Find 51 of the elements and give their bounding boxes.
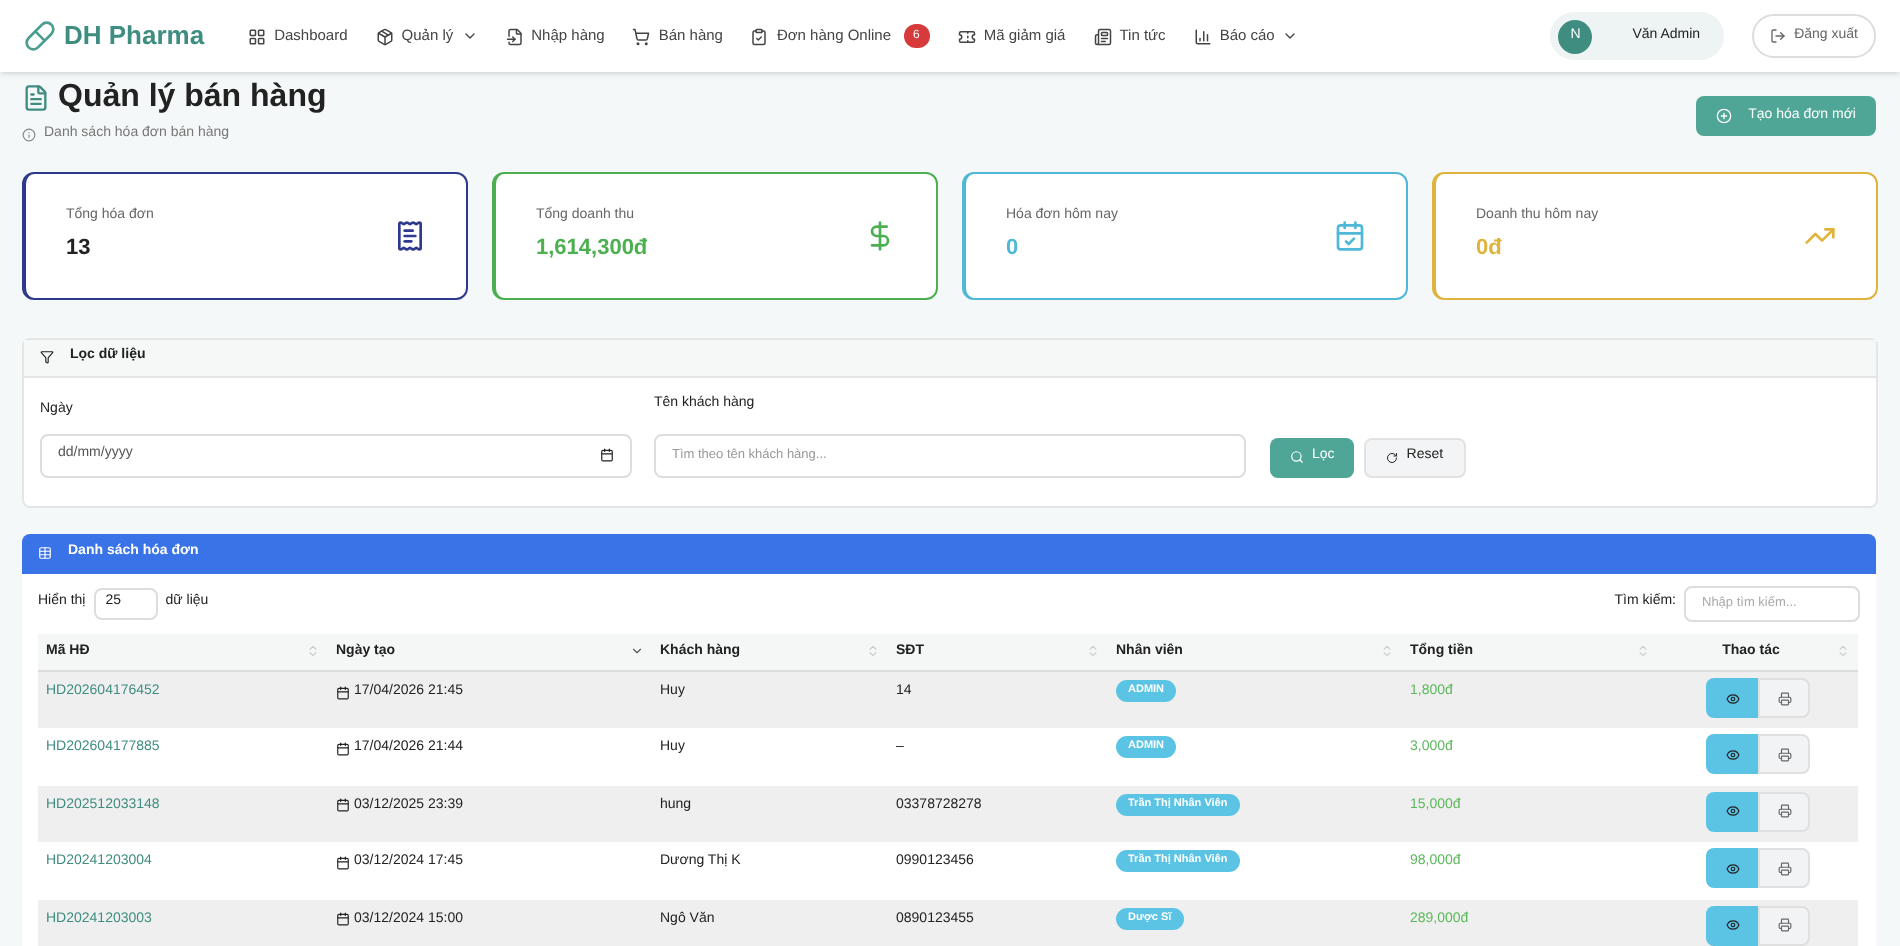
stat-value: 1,614,300đ xyxy=(536,234,648,264)
calendar-icon xyxy=(336,685,350,700)
ticket-icon xyxy=(957,27,976,45)
calendar-icon xyxy=(336,855,350,870)
calendar-icon xyxy=(336,912,350,927)
box-icon xyxy=(375,27,394,45)
plus-icon xyxy=(1716,108,1733,124)
stat-value: 13 xyxy=(66,234,93,264)
search-icon xyxy=(1290,450,1304,464)
eye-icon xyxy=(1725,804,1739,818)
logout-icon xyxy=(1770,28,1787,44)
printer-icon xyxy=(1777,747,1791,761)
printer-icon xyxy=(1777,861,1791,875)
calendar-icon xyxy=(1334,219,1366,251)
calendar-icon xyxy=(600,448,614,462)
pill-icon xyxy=(24,20,56,52)
cart-icon xyxy=(632,27,651,45)
view-button[interactable] xyxy=(1706,678,1758,718)
reset-icon xyxy=(1386,451,1399,463)
document-icon xyxy=(22,84,50,112)
eye-icon xyxy=(1725,861,1739,875)
info-icon xyxy=(22,127,36,142)
stat-value: 0 xyxy=(1006,234,1021,264)
calendar-icon xyxy=(336,798,350,813)
print-button[interactable] xyxy=(1758,848,1810,888)
print-button[interactable] xyxy=(1758,734,1810,774)
print-button[interactable] xyxy=(1758,678,1810,718)
newspaper-icon xyxy=(1093,27,1112,45)
table-icon xyxy=(38,546,52,560)
printer-icon xyxy=(1777,691,1791,705)
clipboard-icon xyxy=(750,27,769,45)
grid-icon xyxy=(248,27,267,45)
eye-icon xyxy=(1725,747,1739,761)
import-icon xyxy=(505,27,524,45)
bar-chart-icon xyxy=(1193,27,1212,45)
brand-logo[interactable]: DH Pharma xyxy=(64,16,205,56)
stat-value: 0đ xyxy=(1476,234,1504,264)
eye-icon xyxy=(1725,918,1739,932)
view-button[interactable] xyxy=(1706,905,1758,945)
view-button[interactable] xyxy=(1706,848,1758,888)
page-title: Quản lý bán hàng xyxy=(58,78,327,118)
view-button[interactable] xyxy=(1706,791,1758,831)
view-button[interactable] xyxy=(1706,734,1758,774)
printer-icon xyxy=(1777,804,1791,818)
eye-icon xyxy=(1725,691,1739,705)
print-button[interactable] xyxy=(1758,791,1810,831)
filter-icon xyxy=(40,350,54,364)
printer-icon xyxy=(1777,918,1791,932)
print-button[interactable] xyxy=(1758,905,1810,945)
receipt-icon xyxy=(394,219,426,251)
calendar-icon xyxy=(336,741,350,756)
